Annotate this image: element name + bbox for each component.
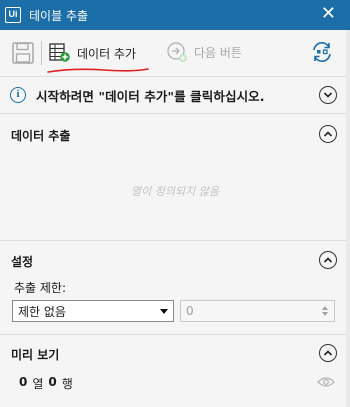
title-bar: Ui 테이블 추출 ✕ — [0, 0, 350, 30]
preview-collapse-button[interactable] — [319, 344, 337, 362]
count-spinner[interactable] — [318, 301, 332, 321]
close-button[interactable]: ✕ — [321, 4, 336, 24]
uipath-logo-icon: Ui — [5, 7, 21, 23]
data-section-title: 데이터 추출 — [11, 129, 71, 143]
add-data-button[interactable]: 데이터 추가 — [49, 40, 136, 66]
extract-count-value: 0 — [186, 304, 194, 318]
preview-title: 미리 보기 — [11, 348, 60, 362]
spin-up-icon — [322, 306, 328, 310]
row-count: 0 — [48, 375, 57, 389]
chevron-up-icon — [323, 131, 333, 137]
column-count: 0 — [19, 375, 28, 389]
divider — [0, 113, 350, 114]
next-label: 다음 버튼 — [194, 45, 242, 60]
chevron-down-icon — [323, 92, 333, 98]
preview-count: 0 열 0 행 — [19, 375, 73, 392]
data-section-collapse-button[interactable] — [319, 125, 337, 143]
info-expand-button[interactable] — [319, 86, 337, 104]
add-data-label: 데이터 추가 — [77, 46, 137, 61]
eye-icon[interactable] — [317, 376, 335, 388]
info-message: 시작하려면 "데이터 추가"를 클릭하십시오. — [36, 88, 265, 104]
extract-count-input[interactable]: 0 — [180, 300, 335, 322]
annotation-underline — [47, 68, 149, 73]
toolbar: 데이터 추가 다음 버튼 — [0, 30, 350, 76]
save-icon[interactable] — [11, 41, 35, 65]
info-bar: i 시작하려면 "데이터 추가"를 클릭하십시오. — [0, 77, 350, 113]
divider — [0, 334, 350, 335]
divider — [0, 240, 350, 241]
empty-columns-message: 열이 정의되지 않음 — [131, 185, 219, 198]
row-unit: 행 — [61, 377, 73, 391]
extract-limit-select[interactable]: 제한 없음 — [12, 300, 174, 322]
refresh-icon[interactable] — [310, 40, 334, 64]
chevron-up-icon — [323, 257, 333, 263]
window-edge — [346, 30, 350, 407]
chevron-up-icon — [323, 350, 333, 356]
toolbar-separator — [41, 41, 42, 65]
column-unit: 열 — [32, 377, 44, 391]
spin-down-icon — [322, 312, 328, 316]
add-table-icon — [49, 43, 70, 62]
next-button[interactable]: 다음 버튼 — [166, 41, 242, 63]
dropdown-arrow-icon — [160, 308, 168, 314]
info-icon: i — [10, 87, 26, 103]
settings-collapse-button[interactable] — [319, 251, 337, 269]
settings-title: 설정 — [11, 255, 34, 269]
window-title: 테이블 추출 — [29, 8, 89, 23]
extract-limit-value: 제한 없음 — [18, 304, 66, 319]
extract-limit-label: 추출 제한: — [14, 281, 67, 295]
next-icon — [167, 42, 187, 62]
